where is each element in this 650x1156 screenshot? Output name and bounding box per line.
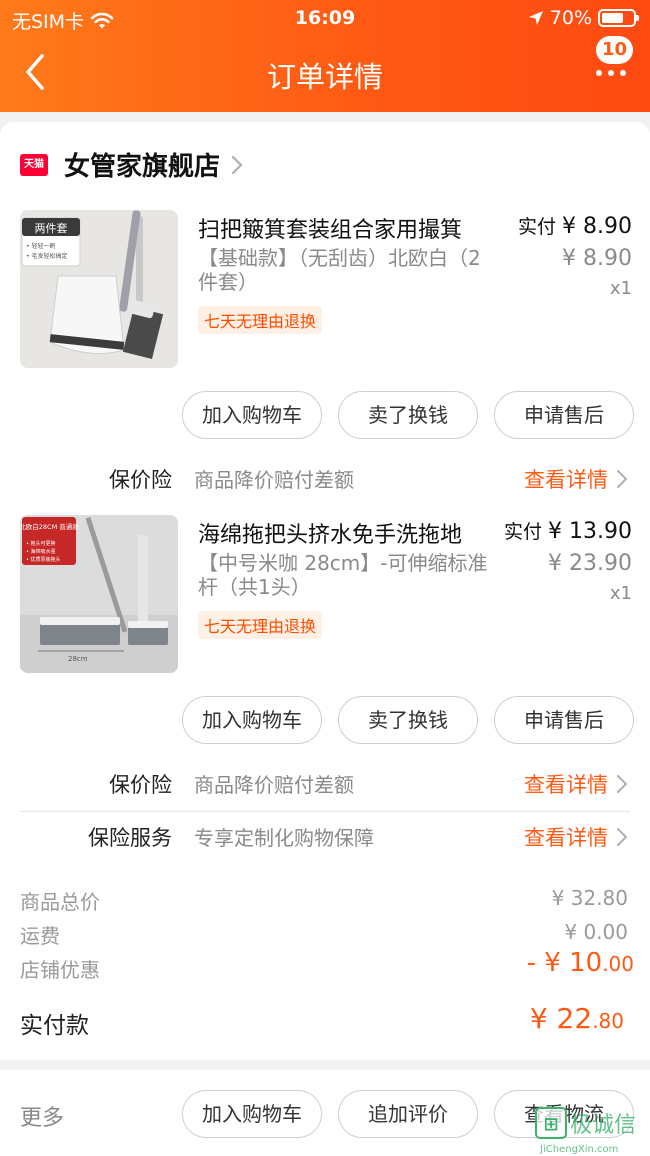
quantity: x1 <box>609 278 632 299</box>
more-options-icon[interactable] <box>596 70 626 76</box>
svg-text:⊞: ⊞ <box>543 1114 558 1135</box>
item-actions: 加入购物车 卖了换钱 申请售后 <box>0 391 650 439</box>
quantity: x1 <box>609 583 632 604</box>
insurance-service-desc: 专享定制化购物保障 <box>194 826 374 850</box>
notification-badge[interactable]: 10 <box>596 36 634 64</box>
item-actions: 加入购物车 卖了换钱 申请售后 <box>0 696 650 744</box>
more-button[interactable]: 更多 <box>20 1100 64 1132</box>
view-details-link[interactable]: 查看详情 <box>524 464 628 494</box>
add-review-button[interactable]: 追加评价 <box>338 1090 478 1138</box>
insurance-label: 保价险 <box>109 468 172 492</box>
shop-discount-row: 店铺优惠 - ¥ 10.00 <box>0 948 650 984</box>
product-image-broom[interactable]: 两件套 • 轻轻一刷 • 毛发轻松搞定 <box>20 210 178 368</box>
goods-total-label: 商品总价 <box>20 890 100 914</box>
broom-dustpan-illustration: 两件套 • 轻轻一刷 • 毛发轻松搞定 <box>20 210 178 368</box>
battery-level <box>602 13 623 23</box>
insurance-service-label: 保险服务 <box>88 826 172 850</box>
status-bar: 无SIM卡 16:09 70% <box>0 0 650 36</box>
order-item[interactable]: 两件套 • 轻轻一刷 • 毛发轻松搞定 扫把簸箕套装组合家用撮箕 【基础款】（无… <box>0 210 650 380</box>
watermark-brand: 极诚信 <box>570 1113 636 1138</box>
order-item[interactable]: 北欧白28CM 普通款 • 拖头可更换 • 海绵吸水强 • 优质原装拖头 28c… <box>0 515 650 685</box>
mop-illustration: 北欧白28CM 普通款 • 拖头可更换 • 海绵吸水强 • 优质原装拖头 28c… <box>20 515 178 673</box>
product-title[interactable]: 扫把簸箕套装组合家用撮箕 <box>198 212 462 244</box>
chevron-right-icon <box>617 470 628 488</box>
battery-icon <box>598 9 639 27</box>
add-to-cart-button[interactable]: 加入购物车 <box>182 391 322 439</box>
shop-discount-label: 店铺优惠 <box>20 958 100 982</box>
insurance-desc: 商品降价赔付差额 <box>194 773 354 797</box>
chevron-right-icon <box>231 155 243 174</box>
total-paid-row: 实付款 ¥ 22.80 <box>0 1002 650 1039</box>
product-sku: 【基础款】（无刮齿）北欧白（2件套） <box>198 246 481 294</box>
thumb-size-label: 28cm <box>68 655 88 663</box>
goods-total-row: 商品总价 ¥ 32.80 <box>0 886 650 916</box>
total-paid-value: ¥ 22.80 <box>529 1002 624 1035</box>
add-to-cart-button[interactable]: 加入购物车 <box>182 1090 322 1138</box>
resell-button[interactable]: 卖了换钱 <box>338 391 478 439</box>
original-price: ¥ 8.90 <box>562 246 632 271</box>
shop-name[interactable]: 女管家旗舰店 <box>64 146 220 183</box>
product-image-mop[interactable]: 北欧白28CM 普通款 • 拖头可更换 • 海绵吸水强 • 优质原装拖头 28c… <box>20 515 178 673</box>
total-paid-label: 实付款 <box>20 1013 89 1039</box>
svg-text:• 轻轻一刷: • 轻轻一刷 <box>26 242 55 250</box>
svg-text:• 毛发轻松搞定: • 毛发轻松搞定 <box>26 252 67 260</box>
svg-text:• 海绵吸水强: • 海绵吸水强 <box>26 548 56 555</box>
shop-header[interactable]: 天猫 女管家旗舰店 <box>20 146 244 183</box>
after-sales-button[interactable]: 申请售后 <box>494 391 634 439</box>
return-policy-tag: 七天无理由退换 <box>198 611 323 639</box>
paid-price: 实付 ¥ 13.90 <box>504 519 632 544</box>
price-protection-row[interactable]: 保价险 商品降价赔付差额 查看详情 <box>0 458 650 498</box>
thumb-badge-text: 北欧白28CM 普通款 <box>20 522 79 531</box>
return-policy-tag: 七天无理由退换 <box>198 306 323 334</box>
insurance-desc: 商品降价赔付差额 <box>194 468 354 492</box>
shop-discount-value: - ¥ 10.00 <box>526 948 634 978</box>
original-price: ¥ 23.90 <box>548 551 632 576</box>
insurance-label: 保价险 <box>109 773 172 797</box>
price-protection-row[interactable]: 保价险 商品降价赔付差额 查看详情 <box>0 763 650 803</box>
top-header: 无SIM卡 16:09 70% 订单详情 10 <box>0 0 650 112</box>
shipping-label: 运费 <box>20 924 60 948</box>
after-sales-button[interactable]: 申请售后 <box>494 696 634 744</box>
product-sku: 【中号米咖 28cm】-可伸缩标准杆（共1头） <box>198 551 488 599</box>
chevron-right-icon <box>617 775 628 793</box>
resell-button[interactable]: 卖了换钱 <box>338 696 478 744</box>
page-title: 订单详情 <box>266 60 383 94</box>
divider <box>20 811 630 812</box>
site-watermark: ⊞ 极诚信 JiChengXin.com <box>535 1107 636 1155</box>
chevron-right-icon <box>617 828 628 846</box>
view-details-link[interactable]: 查看详情 <box>524 769 628 799</box>
thumb-badge-text: 两件套 <box>35 222 68 235</box>
watermark-site: JiChengXin.com <box>539 1144 618 1155</box>
tmall-logo-icon: 天猫 <box>20 153 48 176</box>
shipping-value: ¥ 0.00 <box>564 920 628 944</box>
paid-price: 实付 ¥ 8.90 <box>518 214 632 239</box>
battery-percent: 70% <box>549 7 592 29</box>
location-arrow-icon <box>528 11 543 25</box>
add-to-cart-button[interactable]: 加入购物车 <box>182 696 322 744</box>
order-card: 天猫 女管家旗舰店 两件套 • 轻轻一刷 • 毛发轻松搞定 扫把簸箕套装组合家用… <box>0 122 650 1060</box>
product-title[interactable]: 海绵拖把头挤水免手洗拖地 <box>198 517 462 549</box>
shipping-row: 运费 ¥ 0.00 <box>0 920 650 950</box>
svg-text:• 优质原装拖头: • 优质原装拖头 <box>26 556 61 563</box>
goods-total-value: ¥ 32.80 <box>551 886 628 910</box>
view-details-link[interactable]: 查看详情 <box>524 822 628 852</box>
svg-text:• 拖头可更换: • 拖头可更换 <box>26 540 56 547</box>
insurance-service-row[interactable]: 保险服务 专享定制化购物保障 查看详情 <box>0 816 650 856</box>
